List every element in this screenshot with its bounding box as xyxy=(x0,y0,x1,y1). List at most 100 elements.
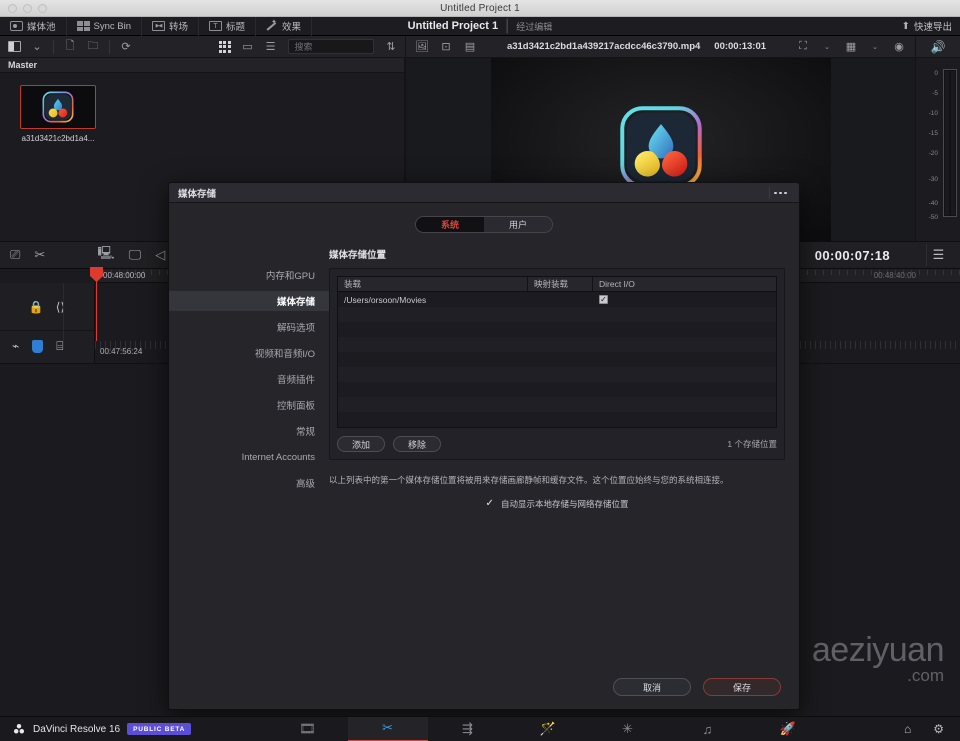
chevron-down-icon[interactable]: ⌄ xyxy=(27,38,47,55)
header-button-label: 效果 xyxy=(282,19,301,33)
page-button-media[interactable]: 🎞 xyxy=(268,717,348,741)
auto-display-row[interactable]: ✓ 自动显示本地存储与网络存储位置 xyxy=(329,498,785,510)
table-row[interactable] xyxy=(338,397,776,412)
timeline-options-menu-icon[interactable]: ☰ xyxy=(926,244,950,266)
table-header: 装载 映射装载 Direct I/O xyxy=(338,277,776,292)
sidebar-item-audio-plugins[interactable]: 音频插件 xyxy=(169,369,329,389)
import-folder-icon[interactable]: 🗀 xyxy=(83,38,103,55)
table-row[interactable] xyxy=(338,307,776,322)
dialog-options-menu-icon[interactable] xyxy=(769,187,791,199)
timeline-view-icon[interactable]: ▦ xyxy=(841,38,861,55)
sidebar-item-memory-gpu[interactable]: 内存和GPU xyxy=(169,265,329,285)
metadata-icon[interactable]: ▤ xyxy=(460,38,480,55)
page-button-edit[interactable]: ⇶ xyxy=(428,717,508,741)
speaker-icon[interactable]: 🔊 xyxy=(931,40,946,54)
sidebar-item-internet-accounts[interactable]: Internet Accounts xyxy=(169,447,329,467)
clip-settings-icon[interactable]: ⊡ xyxy=(436,38,456,55)
sync-icon[interactable]: ⟳ xyxy=(116,38,136,55)
gear-icon[interactable]: ⚙ xyxy=(933,722,944,736)
cut-page-icon: ✂ xyxy=(382,720,393,736)
table-row[interactable] xyxy=(338,412,776,427)
filmstrip-view-icon[interactable]: ▭ xyxy=(238,38,258,55)
magnet-snap-icon[interactable]: ⌁ xyxy=(12,339,19,353)
meter-tick: -40 xyxy=(929,200,938,207)
fairlight-page-icon: ♫ xyxy=(703,722,713,737)
media-page-icon: 🎞 xyxy=(299,721,316,737)
status-badge: PUBLIC BETA xyxy=(127,723,191,735)
timeline-view-icon[interactable]: 🖵 xyxy=(129,247,142,263)
page-title: Untitled Project 1 xyxy=(408,20,498,32)
header-button-label: Sync Bin xyxy=(94,21,132,32)
header-button-transitions[interactable]: 转场 xyxy=(142,17,199,36)
sort-icon[interactable]: ⇅ xyxy=(381,38,401,55)
home-icon[interactable]: ⌂ xyxy=(904,722,911,736)
grid-view-icon[interactable] xyxy=(215,38,235,55)
auto-display-checkbox[interactable]: ✓ xyxy=(486,498,494,509)
marker-color-chip[interactable] xyxy=(32,340,43,353)
page-button-cut[interactable]: ✂ xyxy=(348,717,428,741)
track-header-video: 🔒 ⟨⟩ xyxy=(0,283,94,331)
playhead[interactable] xyxy=(96,269,97,341)
source-tape-icon[interactable]: 🖳 xyxy=(97,244,114,266)
column-header-mount[interactable]: 装载 xyxy=(338,277,528,291)
page-button-fairlight[interactable]: ♫ xyxy=(668,717,748,741)
sidebar-item-control-panels[interactable]: 控制面板 xyxy=(169,395,329,415)
edit-page-icon: ⇶ xyxy=(462,721,473,737)
chevron-down-icon[interactable]: ⌄ xyxy=(865,38,885,55)
table-row[interactable] xyxy=(338,382,776,397)
table-row[interactable] xyxy=(338,367,776,382)
ruler-start-timecode: 00:48:00:00 xyxy=(103,271,145,280)
page-button-fusion[interactable]: 🪄 xyxy=(508,717,588,741)
app-header: 媒体池 Sync Bin 转场 标题 效果 Untitled Project 1… xyxy=(0,17,960,36)
razor-icon[interactable]: ✂ xyxy=(34,247,45,263)
trim-edit-icon[interactable]: ⎚ xyxy=(10,247,20,263)
add-storage-button[interactable]: 添加 xyxy=(337,436,385,452)
import-media-icon[interactable]: 🗋 xyxy=(60,38,80,55)
remove-storage-button[interactable]: 移除 xyxy=(393,436,441,452)
cancel-button[interactable]: 取消 xyxy=(613,678,691,696)
upload-icon: ⬆ xyxy=(902,21,910,32)
quick-export-button[interactable]: ⬆ 快速导出 xyxy=(902,19,952,33)
tab-system[interactable]: 系统 xyxy=(416,217,484,232)
project-state-label: 经过编辑 xyxy=(516,20,552,33)
viewer-mode-icon[interactable]: ⛶ xyxy=(793,38,813,55)
tab-user[interactable]: 用户 xyxy=(484,217,552,232)
panel-toggle-icon[interactable] xyxy=(4,38,24,55)
table-row[interactable]: /Users/orsoon/Movies ✓ xyxy=(338,292,776,307)
dialog-side-nav: 内存和GPU 媒体存储 解码选项 视频和音频I/O 音频插件 控制面板 常规 I… xyxy=(169,247,329,665)
audio-trim-icon[interactable]: ◁ xyxy=(155,247,165,263)
lock-track-icon[interactable]: 🔒 xyxy=(29,300,44,314)
clip-thumbnail-item[interactable]: a31d3421c2bd1a4... xyxy=(0,73,82,143)
storage-table: 装载 映射装载 Direct I/O /Users/orsoon/Movies … xyxy=(337,276,777,428)
header-button-media-pool[interactable]: 媒体池 xyxy=(0,17,67,36)
page-button-color[interactable]: ✳ xyxy=(588,717,668,741)
thumbnail-size-icon[interactable]: 🖼 xyxy=(412,38,432,55)
sidebar-item-advanced[interactable]: 高级 xyxy=(169,473,329,493)
table-row[interactable] xyxy=(338,322,776,337)
direct-io-checkbox[interactable]: ✓ xyxy=(599,295,608,304)
audio-meter-scale: 0 -5 -10 -15 -20 -30 -40 -50 xyxy=(920,66,940,226)
meter-tick: -10 xyxy=(929,110,938,117)
fusion-page-icon: 🪄 xyxy=(539,721,555,737)
table-row[interactable] xyxy=(338,337,776,352)
table-row[interactable] xyxy=(338,352,776,367)
column-header-mapped-mount[interactable]: 映射装载 xyxy=(528,277,593,291)
header-button-titles[interactable]: 标题 xyxy=(199,17,256,36)
cell-direct-io[interactable]: ✓ xyxy=(593,292,776,307)
header-button-effects[interactable]: 效果 xyxy=(256,17,312,36)
color-wheel-icon[interactable]: ◉ xyxy=(889,38,909,55)
column-header-direct-io[interactable]: Direct I/O xyxy=(593,277,776,291)
list-view-icon[interactable]: ☰ xyxy=(261,38,281,55)
header-button-sync-bin[interactable]: Sync Bin xyxy=(67,17,143,36)
cell-mount-path: /Users/orsoon/Movies xyxy=(338,292,528,307)
page-button-deliver[interactable]: 🚀 xyxy=(748,717,828,741)
sidebar-item-decode-options[interactable]: 解码选项 xyxy=(169,317,329,337)
sidebar-item-general[interactable]: 常规 xyxy=(169,421,329,441)
sidebar-item-video-audio-io[interactable]: 视频和音频I/O xyxy=(169,343,329,363)
clip-thumbnail[interactable] xyxy=(20,85,96,129)
sidebar-item-media-storage[interactable]: 媒体存储 xyxy=(169,291,329,311)
viewer-toolbar: 🖼 ⊡ ▤ a31d3421c2bd1a439217acdcc46c3790.m… xyxy=(405,36,915,58)
search-input[interactable]: 搜索 xyxy=(288,39,375,54)
chevron-down-icon[interactable]: ⌄ xyxy=(817,38,837,55)
save-button[interactable]: 保存 xyxy=(703,678,781,696)
